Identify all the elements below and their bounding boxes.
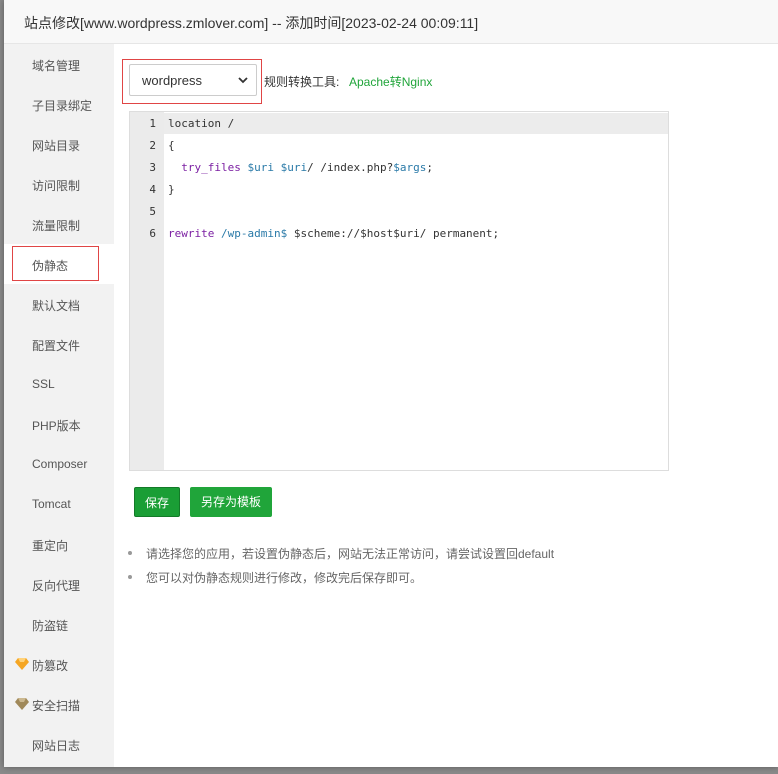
sidebar-item-php-version[interactable]: PHP版本 [4,404,114,444]
selected-template-value: wordpress [142,73,202,88]
sidebar-item-site-directory[interactable]: 网站目录 [4,124,114,164]
sidebar-item-rewrite[interactable]: 伪静态 [4,244,114,284]
code-token: location / [168,117,235,130]
sidebar-item-label: Composer [32,457,88,471]
sidebar-item-label: SSL [32,377,55,391]
sidebar-item-label: 配置文件 [32,339,81,353]
sidebar-item-access-limit[interactable]: 访问限制 [4,164,114,204]
sidebar-item-traffic-limit[interactable]: 流量限制 [4,204,114,244]
code-token: $scheme:// [293,227,361,240]
gold-diamond-icon [15,658,29,670]
code-token: / permanent; [419,227,500,240]
code-line-1: location / [168,117,234,130]
code-line-6: rewrite /wp-admin$ $scheme://$host$uri/ … [168,227,499,240]
sidebar-item-label: 域名管理 [32,59,81,73]
sidebar: 域名管理 子目录绑定 网站目录 访问限制 流量限制 伪静态 默认文档 配置文件 … [4,44,114,767]
sidebar-item-label: 子目录绑定 [32,99,93,113]
code-token: { [168,139,175,152]
bullet-dot [128,551,132,555]
sidebar-item-domain[interactable]: 域名管理 [4,44,114,84]
code-keyword: try_files [181,161,241,174]
tip-text: 请选择您的应用，若设置伪静态后，网站无法正常访问，请尝试设置回default [146,547,555,561]
sidebar-item-composer[interactable]: Composer [4,444,114,484]
sidebar-item-label: 访问限制 [32,179,81,193]
sidebar-item-reverse-proxy[interactable]: 反向代理 [4,564,114,604]
chevron-down-icon [238,77,248,84]
sidebar-item-security-scan[interactable]: 安全扫描 [4,684,114,724]
code-line-3: try_files $uri $uri/ /index.php?$args; [168,161,433,174]
line-number: 6 [149,227,156,240]
code-variable: $uri [393,227,420,240]
sidebar-item-ssl[interactable]: SSL [4,364,114,404]
sidebar-item-subdirectory[interactable]: 子目录绑定 [4,84,114,124]
rewrite-code-editor[interactable]: 1 2 3 4 5 6 location / { try_files $uri … [129,111,669,471]
sidebar-item-redirect[interactable]: 重定向 [4,524,114,564]
code-variable: $args [393,161,427,174]
rule-convert-label: 规则转换工具: [264,75,340,89]
code-keyword: rewrite [168,227,215,240]
apache-to-nginx-link[interactable]: Apache转Nginx [349,73,432,90]
sidebar-item-config-file[interactable]: 配置文件 [4,324,114,364]
sidebar-item-label: PHP版本 [32,419,81,433]
code-line-4: } [168,183,175,196]
line-number: 4 [149,183,156,196]
sidebar-item-default-document[interactable]: 默认文档 [4,284,114,324]
code-variable: $host [360,227,394,240]
bullet-dot [128,575,132,579]
save-button[interactable]: 保存 [134,487,180,517]
sidebar-item-label: 网站目录 [32,139,81,153]
sidebar-item-label: 默认文档 [32,299,81,313]
sidebar-item-tamper-proof[interactable]: 防篡改 [4,644,114,684]
site-edit-dialog: 站点修改[www.wordpress.zmlover.com] -- 添加时间[… [4,0,778,767]
dialog-title-bar[interactable]: 站点修改[www.wordpress.zmlover.com] -- 添加时间[… [4,0,778,44]
sidebar-item-label: 网站日志 [32,739,81,753]
line-number: 3 [149,161,156,174]
sidebar-item-label: 重定向 [32,539,69,553]
rewrite-template-select[interactable]: wordpress [129,64,257,96]
code-token: / /index.php? [307,161,394,174]
code-line-2: { [168,139,175,152]
sidebar-item-label: Tomcat [32,497,71,511]
code-variable: $uri [280,161,308,174]
code-variable: $uri [247,161,274,174]
sidebar-item-label: 反向代理 [32,579,81,593]
tip-text: 您可以对伪静态规则进行修改，修改完后保存即可。 [146,571,423,585]
code-token: } [168,183,175,196]
sidebar-item-site-logs[interactable]: 网站日志 [4,724,114,764]
line-number: 5 [149,205,156,218]
sidebar-item-label: 安全扫描 [32,699,81,713]
sidebar-item-hotlink-protection[interactable]: 防盗链 [4,604,114,644]
dialog-title: 站点修改[www.wordpress.zmlover.com] -- 添加时间[… [24,15,479,31]
sidebar-item-label: 伪静态 [32,259,69,273]
bronze-diamond-icon [15,698,29,710]
code-string: /wp-admin$ [220,227,288,240]
sidebar-item-label: 防篡改 [32,659,69,673]
code-token: ; [426,161,433,174]
save-as-template-button[interactable]: 另存为模板 [190,487,272,517]
sidebar-item-label: 防盗链 [32,619,69,633]
line-number: 2 [149,139,156,152]
line-number: 1 [149,117,156,130]
sidebar-item-label: 流量限制 [32,219,81,233]
sidebar-item-tomcat[interactable]: Tomcat [4,484,114,524]
